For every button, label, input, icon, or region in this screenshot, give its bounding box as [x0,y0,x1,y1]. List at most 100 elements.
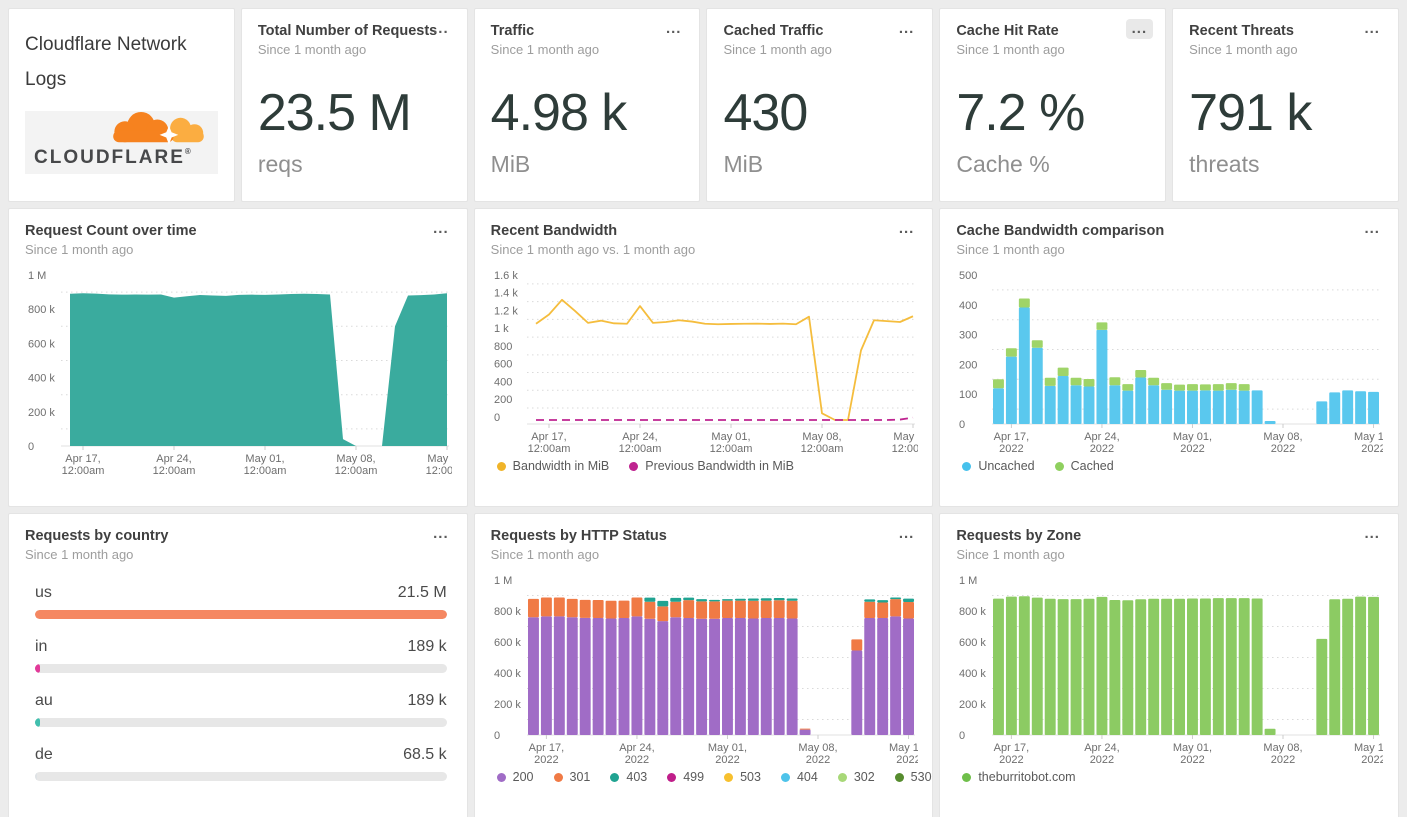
panel-menu-button[interactable]: ... [427,19,455,39]
svg-text:1 k: 1 k [494,323,509,335]
country-label: de [35,746,53,763]
legend-item: 200 [496,770,534,784]
country-value: 189 k [407,638,447,655]
chart-legend: theburritobot.com [962,770,1382,784]
svg-text:Apr 17,2022: Apr 17, 2022 [994,431,1029,455]
panel-subtitle: Since 1 month ago [1189,42,1298,57]
svg-text:Apr 24,2022: Apr 24, 2022 [619,742,654,766]
panel-title: Total Number of Requests [257,23,438,39]
svg-text:Apr 17,12:00am: Apr 17, 12:00am [62,453,105,477]
svg-text:800: 800 [494,341,512,353]
legend-item: 404 [780,770,818,784]
cache-bandwidth-stacked-bar-chart: 500 400 300 200 100 0 Apr 17, 2022 Apr 24, 2022 Ma… [959,270,1383,455]
svg-text:300: 300 [959,330,977,342]
kpi-unit: MiB [723,151,764,177]
panel-menu-button[interactable]: ... [893,524,921,544]
country-row-de: de 68.5 k [25,746,451,781]
chart-legend: 200301403499503404302530526524 [496,770,932,784]
svg-text:May 01,2022: May 01, 2022 [708,742,747,766]
panel-menu-button[interactable]: ... [660,19,688,39]
panel-subtitle: Since 1 month ago [25,547,134,562]
svg-text:500: 500 [959,270,977,282]
panel-total-requests: Total Number of Requests Since 1 month a… [240,8,468,202]
panel-title: Requests by Zone [956,528,1082,544]
svg-text:0: 0 [959,730,965,742]
panel-menu-button[interactable]: ... [1125,19,1154,39]
svg-text:May 08,2022: May 08, 2022 [1264,431,1303,455]
panel-title: Recent Threats [1189,23,1294,39]
legend-item: Bandwidth in MiB [496,459,609,473]
kpi-value: 4.98 k [490,84,628,142]
chart-legend: Uncached Cached [962,459,1382,473]
panel-menu-button[interactable]: ... [893,219,921,239]
country-bar-fill [35,664,40,673]
recent-bandwidth-line-chart: 1.6 k 1.4 k 1.2 k 1 k 800 600 400 200 0 Apr 17, 12… [494,270,918,455]
country-value: 21.5 M [397,584,447,601]
svg-text:800 k: 800 k [959,606,986,618]
country-label: us [35,584,52,601]
svg-text:May 01,12:00am: May 01, 12:00am [244,453,287,477]
panel-menu-button[interactable]: ... [893,19,921,39]
legend-dot-icon [724,772,734,782]
svg-text:Apr 17,2022: Apr 17, 2022 [528,742,563,766]
panel-subtitle: Since 1 month ago [257,42,367,57]
svg-text:May 15,2022: May 15,2022 [889,742,918,766]
country-row-us: us 21.5 M [25,584,451,619]
request-count-area-chart: 1 M 800 k 600 k 400 k 200 k 0 Apr 17, 12:00am Ap… [28,270,452,477]
legend-dot-icon [629,461,639,471]
svg-text:May 15,2022: May 15,2022 [1354,431,1383,455]
panel-menu-button[interactable]: ... [1358,524,1386,544]
svg-text:1 M: 1 M [28,270,46,282]
svg-text:400 k: 400 k [28,373,55,385]
http-status-stacked-bar-chart: 1 M 800 k 600 k 400 k 200 k 0 Apr 17, 2022 Apr 2… [494,575,918,766]
svg-text:May 08,12:00am: May 08, 12:00am [800,431,843,455]
panel-menu-button[interactable]: ... [1358,219,1386,239]
kpi-unit: reqs [257,151,303,177]
kpi-value: 430 [723,84,808,142]
svg-text:400 k: 400 k [959,668,986,680]
panel-request-count-chart: Request Count over time Since 1 month ag… [8,208,468,507]
country-bar-fill [35,610,447,619]
legend-item: 302 [837,770,875,784]
panel-recent-bandwidth-chart: Recent Bandwidth Since 1 month ago vs. 1… [473,208,934,507]
country-bar-track [35,772,447,781]
legend-dot-icon [780,772,790,782]
country-label: au [35,692,53,709]
svg-text:Apr 24,2022: Apr 24, 2022 [1085,431,1120,455]
country-bar-fill [35,718,40,727]
panel-requests-by-country: Requests by country Since 1 month ago ..… [8,513,468,817]
legend-dot-icon [496,772,506,782]
svg-text:May 08,12:00am: May 08, 12:00am [335,453,378,477]
panel-requests-by-http-status: Requests by HTTP Status Since 1 month ag… [473,513,934,817]
svg-text:1 M: 1 M [959,575,977,587]
panel-menu-button[interactable]: ... [427,219,455,239]
svg-text:200 k: 200 k [494,699,521,711]
panel-menu-button[interactable]: ... [1358,19,1386,39]
panel-traffic: Traffic Since 1 month ago ... 4.98 k MiB [473,8,701,202]
legend-dot-icon [496,461,506,471]
legend-dot-icon [1054,461,1064,471]
svg-text:100: 100 [959,389,977,401]
kpi-unit: threats [1189,151,1260,177]
country-bar-track [35,664,447,673]
svg-text:400 k: 400 k [494,668,521,680]
panel-title: Traffic [490,23,535,39]
panel-menu-button[interactable]: ... [427,524,455,544]
panel-subtitle: Since 1 month ago [956,242,1065,257]
legend-dot-icon [610,772,620,782]
kpi-value: 23.5 M [257,84,412,142]
panel-subtitle: Since 1 month ago [723,42,832,57]
legend-dot-icon [667,772,677,782]
svg-text:May 01,2022: May 01, 2022 [1173,431,1212,455]
legend-item: 499 [667,770,704,784]
cloudflare-logo: CLOUDFLARE® [25,111,218,175]
svg-text:600: 600 [494,359,512,371]
legend-dot-icon [894,772,904,782]
legend-item: 403 [610,770,647,784]
panel-requests-by-zone: Requests by Zone Since 1 month ago ... 1… [939,513,1399,817]
svg-text:800 k: 800 k [494,606,521,618]
legend-item: Cached [1054,459,1114,473]
legend-dot-icon [553,772,563,782]
svg-text:May 01,12:00am: May 01, 12:00am [709,431,752,455]
svg-text:May 08,2022: May 08, 2022 [798,742,837,766]
